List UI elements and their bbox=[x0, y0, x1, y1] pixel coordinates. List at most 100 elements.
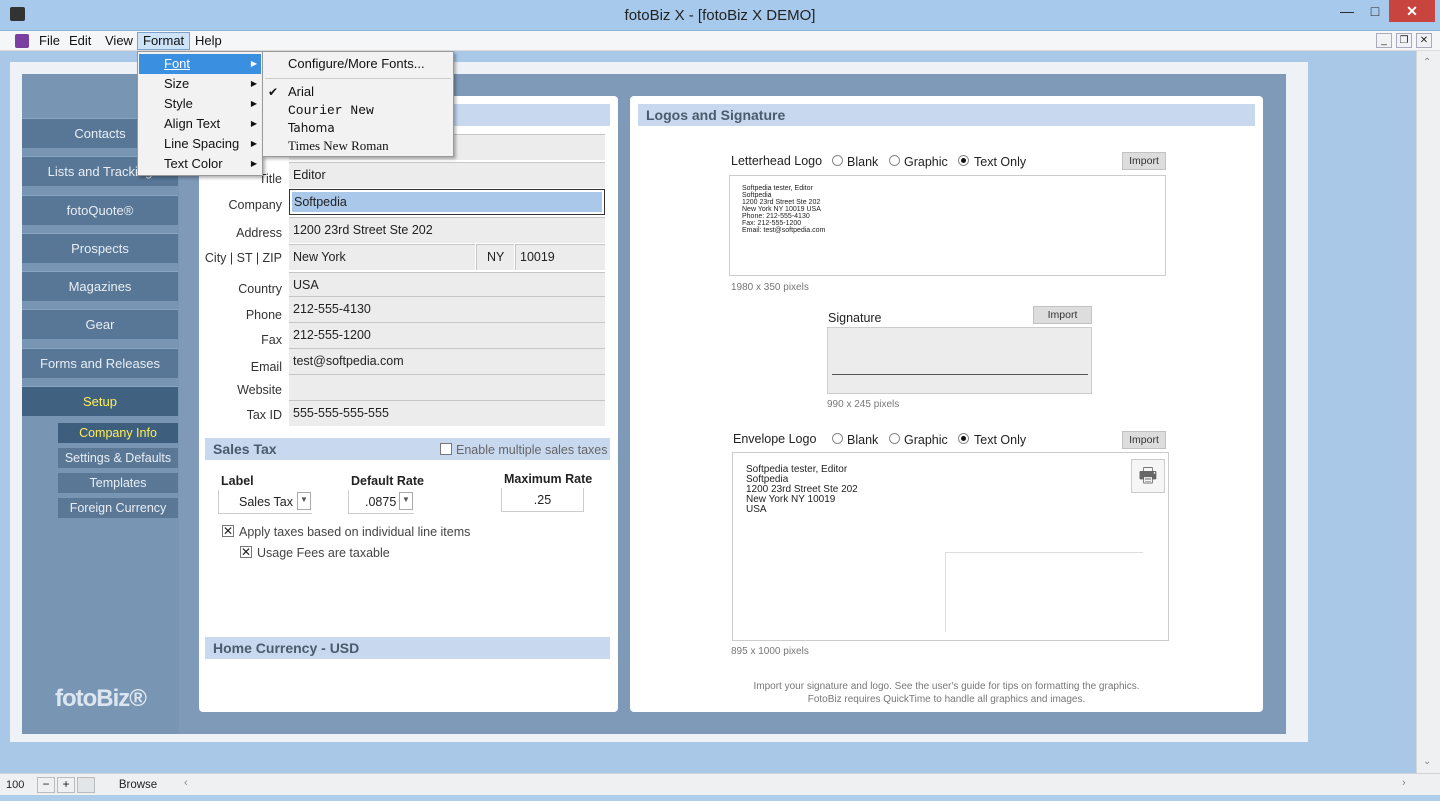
zip-field[interactable]: 10019 bbox=[515, 244, 605, 270]
menu-format[interactable]: Format bbox=[137, 32, 191, 50]
signature-label: Signature bbox=[828, 311, 882, 325]
phone-field[interactable]: 212-555-4130 bbox=[289, 296, 605, 322]
menu-item-font-times[interactable]: Times New Roman bbox=[264, 137, 452, 155]
apply-line-items-checkbox[interactable]: ✕ bbox=[222, 525, 234, 537]
chevron-down-icon[interactable]: ▼ bbox=[297, 492, 311, 510]
letterhead-size: 1980 x 350 pixels bbox=[731, 282, 809, 293]
signature-import-button[interactable]: Import bbox=[1033, 306, 1092, 324]
envelope-line: USA bbox=[746, 504, 767, 515]
letterhead-line: Fax: 212-555-1200 bbox=[742, 220, 802, 227]
envelope-textonly-label: Text Only bbox=[974, 433, 1027, 447]
tax-label-select[interactable]: Sales Tax ▼ bbox=[218, 490, 312, 514]
company-field[interactable]: Softpedia bbox=[289, 189, 605, 215]
envelope-graphic-radio[interactable] bbox=[889, 433, 900, 444]
address-field[interactable]: 1200 23rd Street Ste 202 bbox=[289, 217, 605, 243]
company-label: Company bbox=[228, 198, 283, 212]
signature-size: 990 x 245 pixels bbox=[827, 399, 900, 410]
subnav-foreign-currency[interactable]: Foreign Currency bbox=[58, 498, 178, 518]
subnav-settings-defaults[interactable]: Settings & Defaults bbox=[58, 448, 178, 468]
nav-gear[interactable]: Gear bbox=[22, 309, 178, 339]
website-field[interactable] bbox=[289, 374, 605, 400]
menu-item-font-arial[interactable]: ✔ Arial bbox=[264, 83, 452, 101]
brand-logo: fotoBiz® bbox=[55, 685, 147, 712]
menu-item-style[interactable]: Style ▶ bbox=[139, 94, 261, 114]
max-rate-field[interactable]: .25 bbox=[501, 488, 584, 512]
letterhead-label: Letterhead Logo bbox=[731, 154, 823, 168]
state-field[interactable]: NY bbox=[476, 244, 514, 270]
enable-multiple-checkbox[interactable] bbox=[440, 443, 452, 455]
zoom-level[interactable]: 100 bbox=[6, 777, 36, 793]
toggle-status-button[interactable] bbox=[77, 777, 95, 793]
print-icon[interactable]: 🖶 bbox=[1131, 459, 1165, 493]
menu-item-style-label: Style bbox=[164, 96, 193, 111]
mdi-restore-button[interactable]: ❐ bbox=[1396, 33, 1412, 48]
usage-fees-checkbox[interactable]: ✕ bbox=[240, 546, 252, 558]
menu-item-line-spacing[interactable]: Line Spacing ▶ bbox=[139, 134, 261, 154]
menu-item-line-spacing-label: Line Spacing bbox=[164, 136, 240, 151]
menu-item-text-color[interactable]: Text Color ▶ bbox=[139, 154, 261, 174]
default-rate-select[interactable]: .0875 ▼ bbox=[348, 490, 414, 514]
scroll-up-icon[interactable]: ⌃ bbox=[1423, 57, 1431, 68]
close-button[interactable]: ✕ bbox=[1389, 0, 1435, 22]
subnav-company-info[interactable]: Company Info bbox=[58, 423, 178, 443]
mdi-minimize-button[interactable]: _ bbox=[1376, 33, 1392, 48]
letterhead-graphic-radio[interactable] bbox=[889, 155, 900, 166]
zoom-in-button[interactable]: + bbox=[57, 777, 75, 793]
nav-setup[interactable]: Setup bbox=[22, 386, 178, 416]
menu-file[interactable]: File bbox=[34, 32, 65, 50]
menu-item-configure-fonts[interactable]: Configure/More Fonts... bbox=[264, 55, 452, 73]
title-field[interactable]: Editor bbox=[289, 162, 605, 188]
mdi-close-button[interactable]: ✕ bbox=[1416, 33, 1432, 48]
scroll-down-icon[interactable]: ⌄ bbox=[1423, 756, 1431, 767]
nav-fotoquote[interactable]: fotoQuote® bbox=[22, 195, 178, 225]
font-arial-label: Arial bbox=[288, 84, 315, 99]
menu-edit[interactable]: Edit bbox=[64, 32, 96, 50]
fax-label: Fax bbox=[261, 333, 282, 347]
signature-preview bbox=[827, 327, 1092, 394]
menu-item-font-tahoma[interactable]: Tahoma bbox=[264, 119, 452, 137]
enable-multiple-label: Enable multiple sales taxes bbox=[456, 443, 608, 457]
status-bar: 100 − + Browse ‹ › bbox=[0, 773, 1440, 795]
letterhead-line: New York NY 10019 USA bbox=[742, 206, 821, 213]
document-icon[interactable] bbox=[15, 34, 29, 48]
nav-forms-releases[interactable]: Forms and Releases bbox=[22, 348, 178, 378]
scroll-right-icon[interactable]: › bbox=[1402, 777, 1406, 789]
envelope-graphic-label: Graphic bbox=[904, 433, 948, 447]
email-label: Email bbox=[250, 360, 282, 374]
menu-view[interactable]: View bbox=[100, 32, 138, 50]
menu-help[interactable]: Help bbox=[190, 32, 227, 50]
letterhead-textonly-radio[interactable] bbox=[958, 155, 969, 166]
zoom-out-button[interactable]: − bbox=[37, 777, 55, 793]
letterhead-blank-label: Blank bbox=[847, 155, 879, 169]
menu-item-font[interactable]: Font ▶ bbox=[139, 54, 261, 74]
taxid-field[interactable]: 555-555-555-555 bbox=[289, 400, 605, 426]
website-label: Website bbox=[237, 383, 282, 397]
letterhead-import-button[interactable]: Import bbox=[1122, 152, 1166, 170]
envelope-import-button[interactable]: Import bbox=[1122, 431, 1166, 449]
chevron-down-icon[interactable]: ▼ bbox=[399, 492, 413, 510]
nav-prospects[interactable]: Prospects bbox=[22, 233, 178, 263]
minimize-button[interactable]: — bbox=[1334, 0, 1360, 22]
scroll-left-icon[interactable]: ‹ bbox=[184, 777, 188, 789]
country-field[interactable]: USA bbox=[289, 272, 605, 298]
envelope-blank-label: Blank bbox=[847, 433, 879, 447]
maximize-button[interactable]: □ bbox=[1362, 0, 1388, 22]
check-icon: ✔ bbox=[268, 85, 279, 99]
menu-item-size[interactable]: Size ▶ bbox=[139, 74, 261, 94]
tax-label-value: Sales Tax bbox=[239, 495, 293, 509]
envelope-blank-radio[interactable] bbox=[832, 433, 843, 444]
nav-magazines[interactable]: Magazines bbox=[22, 271, 178, 301]
logos-footer-1: Import your signature and logo. See the … bbox=[753, 681, 1140, 692]
email-field[interactable]: test@softpedia.com bbox=[289, 348, 605, 374]
menu-item-align-text[interactable]: Align Text ▶ bbox=[139, 114, 261, 134]
apply-line-items-label: Apply taxes based on individual line ite… bbox=[239, 525, 471, 539]
fax-field[interactable]: 212-555-1200 bbox=[289, 322, 605, 348]
vertical-scrollbar[interactable]: ⌃ ⌄ bbox=[1416, 51, 1440, 773]
city-field[interactable]: New York bbox=[289, 244, 475, 270]
letterhead-blank-radio[interactable] bbox=[832, 155, 843, 166]
envelope-textonly-radio[interactable] bbox=[958, 433, 969, 444]
font-tahoma-label: Tahoma bbox=[288, 121, 335, 135]
font-submenu: Configure/More Fonts... ✔ Arial Courier … bbox=[262, 51, 454, 157]
menu-item-font-courier[interactable]: Courier New bbox=[264, 101, 452, 119]
subnav-templates[interactable]: Templates bbox=[58, 473, 178, 493]
